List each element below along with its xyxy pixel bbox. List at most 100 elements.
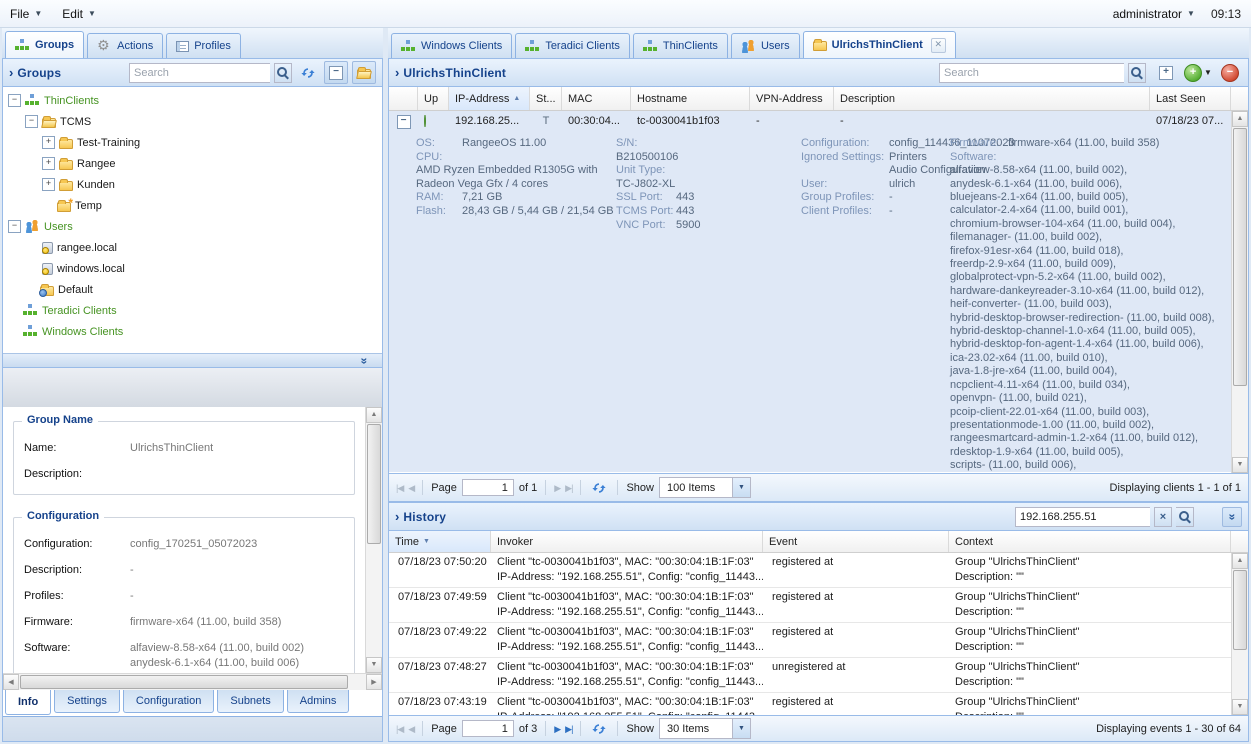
tab-actions[interactable]: Actions [87, 33, 163, 58]
tab-subnets[interactable]: Subnets [217, 690, 283, 713]
scroll-down-button[interactable]: ▼ [1232, 699, 1248, 715]
scrollbar-thumb[interactable] [1233, 570, 1247, 650]
scrollbar-thumb[interactable] [367, 424, 381, 544]
splitter-bar[interactable]: » [3, 353, 382, 368]
tree-expander-minus[interactable]: − [8, 220, 21, 233]
search-icon[interactable] [274, 63, 292, 83]
clients-vertical-scrollbar[interactable]: ▲ ▼ [1231, 111, 1248, 473]
tree-expander-plus[interactable]: + [42, 136, 55, 149]
tree-node-users[interactable]: −Users [3, 216, 382, 237]
tab-settings[interactable]: Settings [54, 690, 120, 713]
history-row[interactable]: 07/18/23 07:50:20Client "tc-0030041b1f03… [389, 553, 1231, 588]
page-number-input[interactable] [462, 479, 514, 496]
menu-edit[interactable]: Edit ▼ [62, 7, 96, 21]
scroll-up-button[interactable]: ▲ [366, 407, 382, 423]
expand-folder-button[interactable] [352, 61, 376, 84]
tree-expander-plus[interactable]: + [42, 178, 55, 191]
user-menu[interactable]: administrator ▼ [1113, 7, 1195, 21]
tab-groups[interactable]: Groups [5, 31, 84, 58]
scrollbar-thumb[interactable] [20, 675, 348, 689]
remove-client-button[interactable]: − [1218, 61, 1242, 84]
column-up[interactable]: Up [418, 87, 449, 110]
refresh-button[interactable] [589, 478, 609, 498]
page-number-input[interactable] [462, 720, 514, 737]
tab-info[interactable]: Info [5, 690, 51, 715]
tab-thinclients[interactable]: ThinClients [633, 33, 728, 58]
clients-search-input[interactable] [939, 63, 1124, 83]
tree-expander-minus[interactable]: − [25, 115, 38, 128]
tree-node-windows-local[interactable]: windows.local [3, 258, 382, 279]
scroll-left-button[interactable]: ◀ [3, 674, 19, 690]
client-row[interactable]: − 192.168.25... T 00:30:04... tc-0030041… [389, 111, 1248, 131]
form-vertical-scrollbar[interactable]: ▲ ▼ [365, 407, 382, 673]
scroll-up-button[interactable]: ▲ [1232, 111, 1248, 127]
column-hostname[interactable]: Hostname [631, 87, 750, 110]
tree-node-rangee[interactable]: +Rangee [3, 153, 382, 174]
column-description[interactable]: Description [834, 87, 1150, 110]
tab-teradici-clients[interactable]: Teradici Clients [515, 33, 630, 58]
history-vertical-scrollbar[interactable]: ▲ ▼ [1231, 553, 1248, 715]
close-icon[interactable]: ✕ [931, 38, 946, 53]
collapse-all-button[interactable]: − [324, 61, 348, 84]
tree-expander-minus[interactable]: − [8, 94, 21, 107]
page-next-button[interactable]: ▶ [554, 723, 560, 735]
tree-node-default[interactable]: Default [3, 279, 382, 300]
scrollbar-thumb[interactable] [1233, 128, 1247, 386]
refresh-button[interactable] [589, 719, 609, 739]
form-horizontal-scrollbar[interactable]: ◀ ▶ [3, 673, 382, 690]
page-last-button[interactable]: ▶| [565, 723, 572, 735]
tab-profiles[interactable]: Profiles [166, 33, 241, 58]
page-prev-button[interactable]: ◀ [408, 482, 414, 494]
column-time[interactable]: Time▼ [389, 531, 491, 552]
scroll-right-button[interactable]: ▶ [366, 674, 382, 690]
page-first-button[interactable]: |◀ [396, 723, 403, 735]
tab-windows-clients[interactable]: Windows Clients [391, 33, 512, 58]
column-status[interactable]: St... [530, 87, 562, 110]
clear-search-button[interactable]: × [1154, 507, 1172, 527]
history-row[interactable]: 07/18/23 07:49:59Client "tc-0030041b1f03… [389, 588, 1231, 623]
scroll-down-button[interactable]: ▼ [1232, 457, 1248, 473]
page-next-button[interactable]: ▶ [554, 482, 560, 494]
row-collapse-icon[interactable]: − [397, 115, 411, 129]
tree-node-teradici-clients[interactable]: Teradici Clients [3, 300, 382, 321]
tree-node-thinclients[interactable]: −ThinClients [3, 90, 382, 111]
column-invoker[interactable]: Invoker [491, 531, 763, 552]
column-last-seen[interactable]: Last Seen [1150, 87, 1231, 110]
search-icon[interactable] [1176, 507, 1194, 527]
page-last-button[interactable]: ▶| [565, 482, 572, 494]
expand-all-button[interactable]: + [1154, 61, 1178, 84]
tab-configuration[interactable]: Configuration [123, 690, 214, 713]
tree-node-windows-clients[interactable]: Windows Clients [3, 321, 382, 342]
column-context[interactable]: Context [949, 531, 1231, 552]
refresh-button[interactable] [296, 61, 320, 84]
tree-expander-plus[interactable]: + [42, 157, 55, 170]
page-prev-button[interactable]: ◀ [408, 723, 414, 735]
history-row[interactable]: 07/18/23 07:49:22Client "tc-0030041b1f03… [389, 623, 1231, 658]
tree-node-kunden[interactable]: +Kunden [3, 174, 382, 195]
page-size-select[interactable]: 30 Items ▼ [659, 718, 751, 739]
groups-search-input[interactable] [129, 63, 270, 83]
add-client-button[interactable]: + ▼ [1182, 61, 1214, 84]
tab-ulrichsthinclient[interactable]: UlrichsThinClient ✕ [803, 31, 956, 58]
scroll-up-button[interactable]: ▲ [1232, 553, 1248, 569]
search-icon[interactable] [1128, 63, 1146, 83]
tree-node-test-training[interactable]: +Test-Training [3, 132, 382, 153]
column-ip-address[interactable]: IP-Address▲ [449, 87, 530, 110]
menu-file[interactable]: File ▼ [10, 7, 42, 21]
tree-node-rangee-local[interactable]: rangee.local [3, 237, 382, 258]
column-mac[interactable]: MAC [562, 87, 631, 110]
tab-admins[interactable]: Admins [287, 690, 350, 713]
collapse-panel-button[interactable]: » [1222, 507, 1242, 527]
history-search-input[interactable] [1015, 507, 1150, 527]
history-row[interactable]: 07/18/23 07:48:27Client "tc-0030041b1f03… [389, 658, 1231, 693]
tree-node-temp[interactable]: Temp [3, 195, 382, 216]
column-vpn-address[interactable]: VPN-Address [750, 87, 834, 110]
scroll-down-button[interactable]: ▼ [366, 657, 382, 673]
column-event[interactable]: Event [763, 531, 949, 552]
tree-node-tcms[interactable]: −TCMS [3, 111, 382, 132]
page-size-select[interactable]: 100 Items ▼ [659, 477, 751, 498]
page-first-button[interactable]: |◀ [396, 482, 403, 494]
double-chevron-down-icon[interactable]: » [358, 357, 372, 364]
tab-users[interactable]: Users [731, 33, 800, 58]
history-row[interactable]: 07/18/23 07:43:19Client "tc-0030041b1f03… [389, 693, 1231, 715]
